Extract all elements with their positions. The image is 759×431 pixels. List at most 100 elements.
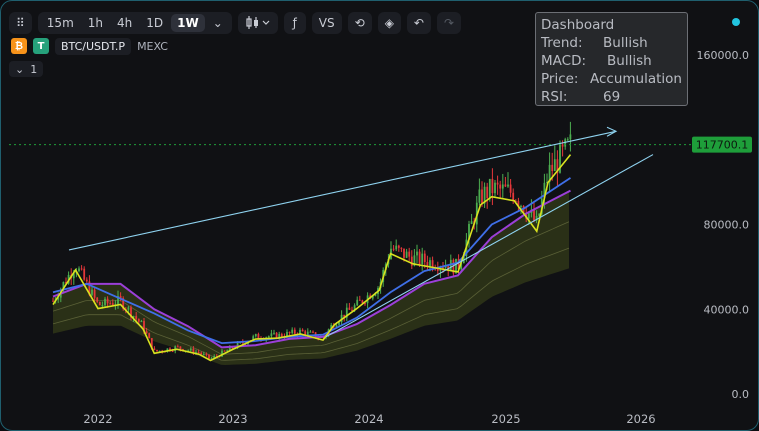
candle-body (111, 303, 114, 306)
candle-body (488, 178, 491, 198)
candle-body (273, 332, 275, 334)
candle-body (507, 184, 509, 187)
candle-body (504, 184, 507, 187)
candle-body (533, 209, 535, 221)
dashboard-key: Trend: (541, 35, 583, 51)
candle-body (481, 189, 483, 204)
candle-body (257, 334, 260, 339)
y-tick-label: 80000.0 (704, 219, 750, 232)
candle-body (145, 331, 148, 334)
candle-body (78, 268, 80, 272)
dashboard-value: Bullish (603, 35, 648, 51)
candle-body (470, 221, 473, 224)
x-tick-label: 2024 (354, 412, 383, 426)
candle-body (153, 348, 156, 350)
dashboard-panel: Dashboard Trend: Bullish MACD: Bullish P… (535, 12, 688, 106)
dashboard-value: Accumulation (590, 71, 682, 87)
dashboard-row-price: Price: Accumulation (541, 70, 682, 88)
candle-body (520, 205, 522, 207)
candle-body (267, 336, 270, 338)
chart-window: ⠿ 15m 1h 4h 1D 1W ⌄ ƒ VS ⟲ ◈ ↶ ↷ ₿ T BTC… (0, 0, 759, 431)
dashboard-value: Bullish (607, 53, 652, 69)
candle-body (205, 353, 208, 355)
dashboard-row-rsi: RSI: 69 (541, 88, 682, 106)
candle-body (392, 248, 395, 250)
candle-body (280, 333, 283, 337)
ribbon-band (53, 191, 569, 365)
dashboard-key: MACD: (541, 53, 587, 69)
candle-body (397, 245, 400, 248)
y-tick-label: 0.0 (732, 388, 750, 401)
candle-body (312, 331, 314, 333)
candle-body (566, 139, 569, 141)
candle-body (509, 184, 512, 193)
candle-body (499, 184, 502, 189)
candle-body (491, 178, 494, 194)
candle-body (254, 334, 257, 337)
candle-body (288, 331, 291, 333)
candle-body (270, 333, 273, 337)
candle-body (301, 329, 304, 332)
candle-body (418, 251, 421, 265)
candle-body (200, 352, 203, 355)
candle-body (335, 324, 338, 327)
candle-body (109, 303, 112, 305)
candle-body (496, 182, 499, 185)
candle-body (293, 329, 296, 334)
candle-body (478, 189, 481, 203)
candle-body (83, 268, 86, 280)
candle-body (140, 321, 143, 323)
candle-body (403, 248, 405, 258)
candle-body (553, 159, 556, 172)
candle-body (501, 184, 504, 189)
candle-body (494, 182, 496, 194)
candle-body (93, 289, 96, 298)
candle-body (202, 353, 205, 355)
candle-body (197, 351, 200, 353)
candle-body (291, 329, 294, 333)
candle-body (106, 298, 109, 304)
dashboard-key: Price: (541, 71, 579, 87)
candle-body (436, 269, 439, 271)
candle-body (405, 251, 408, 258)
x-tick-label: 2022 (83, 412, 112, 426)
candle-body (569, 134, 572, 140)
candle-body (127, 307, 130, 310)
dashboard-row-macd: MACD: Bullish (541, 52, 682, 70)
candle-body (356, 299, 359, 306)
x-tick-label: 2026 (626, 412, 655, 426)
candle-body (551, 164, 554, 172)
candle-body (208, 354, 210, 359)
candle-body (423, 253, 426, 262)
candle-body (358, 299, 361, 301)
candle-body (137, 318, 140, 322)
candle-body (96, 297, 99, 302)
x-tick-label: 2025 (491, 412, 520, 426)
candle-body (176, 346, 179, 348)
y-tick-label: 160000.0 (697, 49, 750, 62)
candle-body (189, 348, 192, 351)
candle-body (101, 305, 104, 307)
y-tick-label: 40000.0 (704, 303, 750, 316)
candle-body (135, 316, 138, 319)
candle-body (416, 251, 418, 256)
candle-body (91, 289, 93, 295)
candle-body (179, 346, 182, 350)
candle-body (171, 350, 174, 352)
candle-body (408, 251, 411, 257)
candle-body (400, 247, 403, 249)
candle-body (104, 298, 106, 306)
candle-body (395, 245, 398, 250)
x-tick-label: 2023 (218, 412, 247, 426)
candle-body (486, 186, 489, 198)
candle-body (429, 260, 431, 267)
candle-body (348, 307, 351, 310)
candle-body (98, 301, 101, 306)
candle-body (561, 144, 564, 147)
candle-body (527, 213, 530, 219)
candle-body (52, 300, 54, 302)
dashboard-title: Dashboard (541, 17, 615, 33)
candle-body (80, 268, 83, 270)
dashboard-row-trend: Trend: Bullish (541, 34, 682, 52)
candle-body (156, 349, 158, 352)
